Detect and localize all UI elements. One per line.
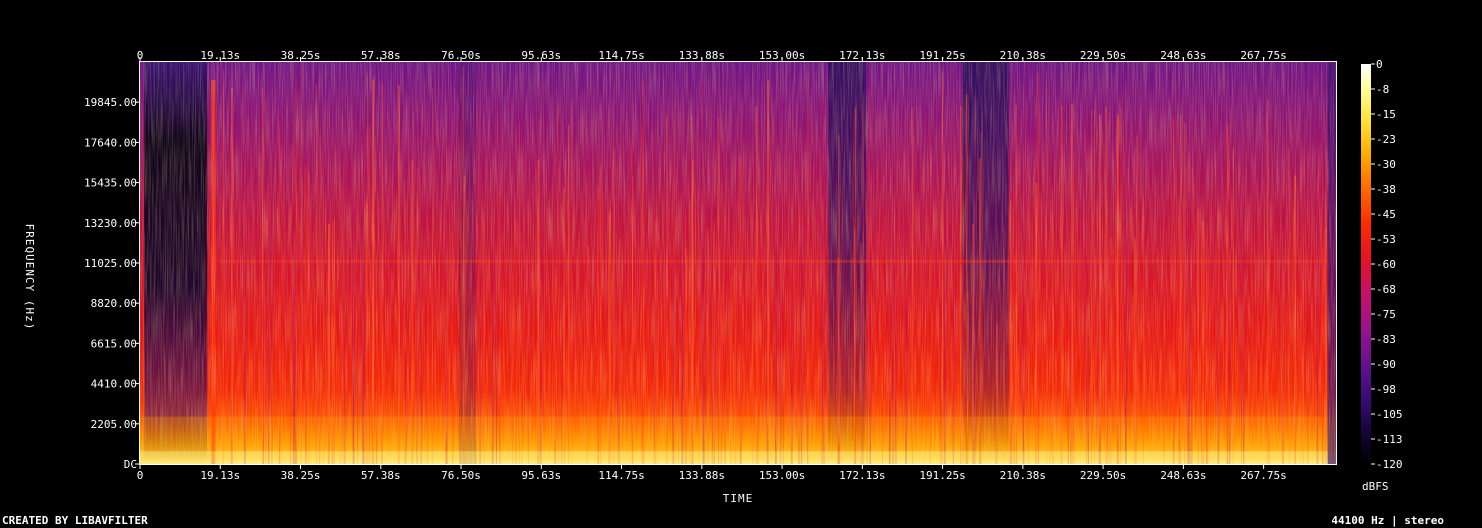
colorbar-tick-label: -23 <box>1376 133 1396 146</box>
x-tick-label-top: 153.00s <box>759 49 805 62</box>
colorbar-tick-label: -53 <box>1376 233 1396 246</box>
x-tick-label-top: 38.25s <box>281 49 321 62</box>
x-tick-label-bottom: 153.00s <box>759 469 805 482</box>
colorbar-tick-label: -8 <box>1376 83 1389 96</box>
colorbar-label: dBFS <box>1362 480 1389 493</box>
x-tick-label-bottom: 57.38s <box>361 469 401 482</box>
x-tick-label-bottom: 133.88s <box>679 469 725 482</box>
colorbar-tick-label: -15 <box>1376 108 1396 121</box>
x-tick-label-top: 133.88s <box>679 49 725 62</box>
y-tick-label: 8820.00 <box>91 297 137 310</box>
x-tick-label-bottom: 267.75s <box>1240 469 1286 482</box>
colorbar-ticks: 0 -8 -15 -23 -30 -38 -45 -53 -60 -68 -75 -83 -90 -98 -… <box>1371 58 1403 471</box>
y-tick-label: 19845.00 <box>84 96 137 109</box>
y-tick-label: 6615.00 <box>91 337 137 350</box>
x-tick-label-top: 114.75s <box>598 49 644 62</box>
x-tick-label-top: 0 <box>137 49 144 62</box>
spectrogram-plot <box>140 62 1336 465</box>
x-tick-label-bottom: 38.25s <box>281 469 321 482</box>
x-axis-label: TIME <box>723 492 754 505</box>
x-tick-label-bottom: 95.63s <box>521 469 561 482</box>
colorbar-tick-label: -38 <box>1376 183 1396 196</box>
spectrogram-chart: 0 19.13s 38.25s 57.38s 76.50s 95.63s 114.75s 13… <box>23 49 1403 505</box>
x-tick-label-bottom: 248.63s <box>1160 469 1206 482</box>
y-axis: DC 2205.00 4410.00 6615.00 8820.00 11025.00 13… <box>84 96 140 471</box>
x-tick-label-top: 210.38s <box>1000 49 1046 62</box>
colorbar-tick-label: -68 <box>1376 283 1396 296</box>
y-tick-label: 11025.00 <box>84 257 137 270</box>
x-tick-label-top: 95.63s <box>521 49 561 62</box>
y-tick-label: 17640.00 <box>84 136 137 149</box>
y-tick-label: 13230.00 <box>84 217 137 230</box>
x-tick-label-top: 76.50s <box>441 49 481 62</box>
x-tick-label-bottom: 210.38s <box>1000 469 1046 482</box>
colorbar-tick-label: -105 <box>1376 408 1403 421</box>
colorbar-tick-label: -98 <box>1376 383 1396 396</box>
colorbar-tick-label: -113 <box>1376 433 1403 446</box>
x-axis-top: 0 19.13s 38.25s 57.38s 76.50s 95.63s 114.75s 13… <box>137 49 1287 62</box>
x-tick-label-top: 191.25s <box>919 49 965 62</box>
x-tick-label-top: 248.63s <box>1160 49 1206 62</box>
x-tick-label-top: 19.13s <box>200 49 240 62</box>
x-tick-label-top: 267.75s <box>1240 49 1286 62</box>
footer-audio-info: 44100 Hz | stereo <box>1331 514 1444 527</box>
colorbar-tick-label: -30 <box>1376 158 1396 171</box>
spectrogram-texture <box>140 62 1336 464</box>
y-axis-label: FREQUENCY (Hz) <box>23 224 36 331</box>
colorbar-tick-label: 0 <box>1376 58 1383 71</box>
x-tick-label-bottom: 76.50s <box>441 469 481 482</box>
x-tick-label-bottom: 114.75s <box>598 469 644 482</box>
colorbar-tick-label: -75 <box>1376 308 1396 321</box>
colorbar-tick-label: -45 <box>1376 208 1396 221</box>
colorbar-gradient <box>1361 64 1371 464</box>
footer-credit: CREATED BY LIBAVFILTER <box>2 514 148 527</box>
colorbar-tick-label: -83 <box>1376 333 1396 346</box>
x-tick-label-top: 229.50s <box>1080 49 1126 62</box>
x-tick-label-top: 57.38s <box>361 49 401 62</box>
y-tick-label: 4410.00 <box>91 378 137 391</box>
x-tick-label-top: 172.13s <box>839 49 885 62</box>
colorbar-tick-label: -90 <box>1376 358 1396 371</box>
colorbar-tick-label: -120 <box>1376 458 1403 471</box>
x-axis-bottom: 0 19.13s 38.25s 57.38s 76.50s 95.63s 114.75s 13… <box>137 464 1287 482</box>
x-tick-label-bottom: 229.50s <box>1080 469 1126 482</box>
x-tick-label-bottom: 191.25s <box>919 469 965 482</box>
y-tick-label: DC <box>124 458 137 471</box>
y-tick-label: 2205.00 <box>91 418 137 431</box>
colorbar-tick-label: -60 <box>1376 258 1396 271</box>
x-tick-label-bottom: 172.13s <box>839 469 885 482</box>
colorbar: 0 -8 -15 -23 -30 -38 -45 -53 -60 -68 -75 -83 -90 -98 -… <box>1361 58 1403 493</box>
x-tick-label-bottom: 0 <box>137 469 144 482</box>
y-tick-label: 15435.00 <box>84 177 137 190</box>
x-tick-label-bottom: 19.13s <box>200 469 240 482</box>
